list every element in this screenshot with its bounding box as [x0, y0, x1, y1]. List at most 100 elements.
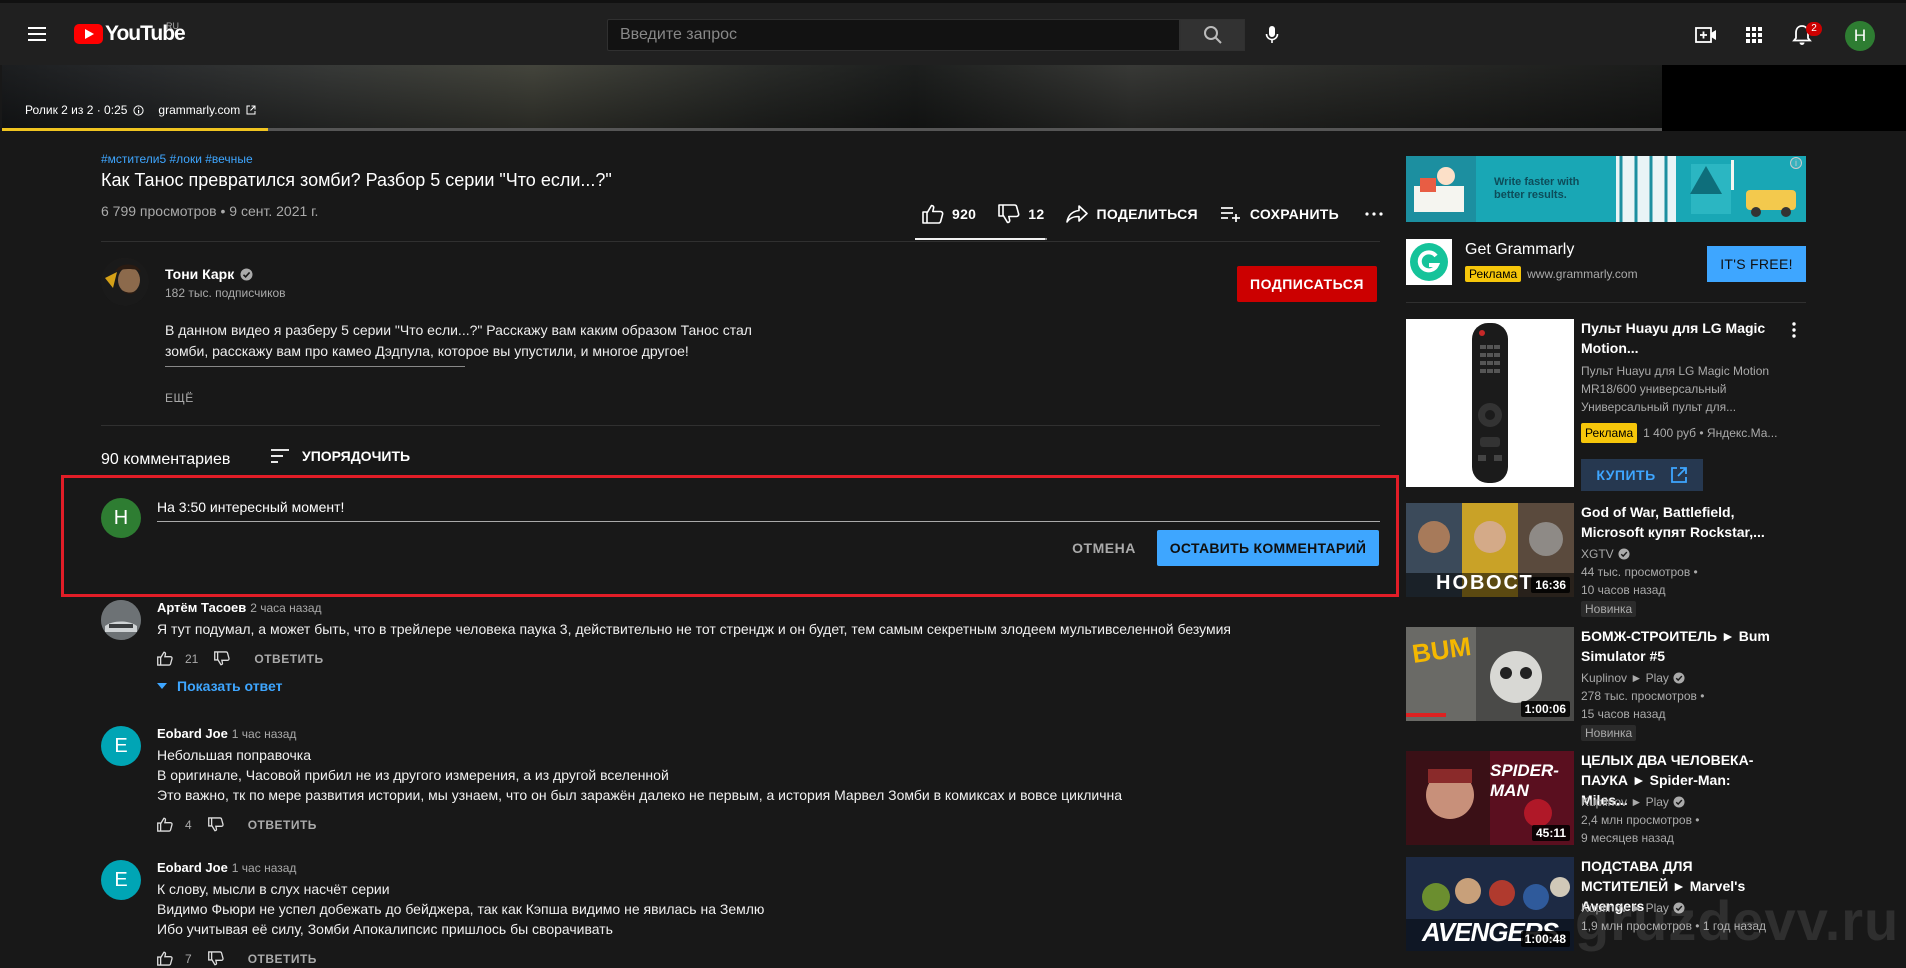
comment-avatar[interactable]: E	[101, 726, 141, 766]
comment-time[interactable]: 1 час назад	[232, 861, 297, 875]
comment-avatar[interactable]	[101, 600, 141, 640]
like-button[interactable]: 920	[922, 204, 976, 224]
channel-avatar-image	[101, 258, 149, 306]
channel-name[interactable]: Тони Карк	[165, 266, 253, 282]
comment-avatar[interactable]: E	[101, 860, 141, 900]
show-more-button[interactable]: ЕЩЁ	[165, 391, 194, 405]
thumbs-up-icon[interactable]	[157, 651, 173, 666]
video-title[interactable]: БОМЖ-СТРОИТЕЛЬ ► Bum Simulator #5	[1581, 626, 1781, 666]
account-avatar[interactable]: H	[1845, 21, 1875, 51]
comment-time[interactable]: 2 часа назад	[250, 601, 321, 615]
video-views: 278 тыс. просмотров •	[1581, 689, 1705, 703]
comment-input[interactable]: На 3:50 интересный момент!	[157, 496, 1380, 522]
ad-banner-illustration	[1406, 156, 1806, 222]
search-input[interactable]	[620, 20, 1179, 50]
ad-meta: Реклама www.grammarly.com	[1465, 266, 1638, 282]
thumbs-down-icon[interactable]	[214, 651, 231, 666]
apps-grid-icon[interactable]	[1742, 23, 1766, 47]
product-title[interactable]: Пульт Huayu для LG Magic Motion...	[1581, 318, 1781, 358]
channel-avatar[interactable]	[101, 258, 149, 306]
ad-progress-bar[interactable]	[2, 128, 1662, 131]
comment-time[interactable]: 1 час назад	[232, 727, 297, 741]
notifications-count-badge: 2	[1806, 22, 1822, 36]
comment-author[interactable]: Eobard Joe	[157, 860, 228, 875]
dislike-button[interactable]: 12	[998, 204, 1044, 224]
thumbs-up-icon[interactable]	[157, 817, 173, 832]
reply-button[interactable]: ОТВЕТИТЬ	[254, 652, 323, 666]
more-vertical-icon[interactable]	[1792, 322, 1796, 338]
dislike-count: 12	[1028, 206, 1045, 222]
video-description: В данном видео я разберу 5 серии "Что ес…	[165, 320, 865, 362]
show-replies-button[interactable]: Показать ответ	[157, 678, 282, 694]
video-age: 15 часов назад	[1581, 707, 1666, 721]
buy-button[interactable]: КУПИТЬ	[1581, 459, 1703, 491]
sort-label: УПОРЯДОЧИТЬ	[302, 448, 411, 464]
comment-line: Ибо учитывая её силу, Зомби Апокалипсис …	[157, 921, 613, 937]
comment-line: Это важно, тк по мере развития истории, …	[157, 787, 1123, 803]
cancel-comment-button[interactable]: ОТМЕНА	[1058, 530, 1150, 566]
product-thumbnail[interactable]	[1406, 319, 1574, 487]
playlist-add-icon	[1220, 207, 1240, 222]
ad-position-label: Ролик 2 из 2 · 0:25	[25, 103, 128, 117]
video-player[interactable]: Ролик 2 из 2 · 0:25 grammarly.com	[2, 65, 1906, 131]
video-thumbnail[interactable]: BUM 1:00:06	[1406, 627, 1574, 721]
share-icon	[1066, 205, 1089, 223]
video-channel[interactable]: Kuplinov ► Play	[1581, 669, 1791, 687]
info-icon[interactable]	[133, 104, 145, 116]
ad-info-icon[interactable]: i	[1790, 157, 1802, 169]
video-views: 2,4 млн просмотров •	[1581, 813, 1700, 827]
subscribe-button[interactable]: ПОДПИСАТЬСЯ	[1237, 266, 1377, 302]
ad-banner[interactable]: Write faster with better results.	[1406, 156, 1806, 222]
ad-progress-fill	[2, 128, 268, 131]
video-title[interactable]: God of War, Battlefield, Microsoft купят…	[1581, 502, 1781, 542]
ad-cta-button[interactable]: IT'S FREE!	[1707, 246, 1806, 282]
video-duration: 16:36	[1531, 577, 1570, 593]
logo-region: RU	[166, 21, 179, 31]
search-field[interactable]	[607, 19, 1180, 51]
reply-button[interactable]: ОТВЕТИТЬ	[248, 952, 317, 966]
comment-actions: 21 ОТВЕТИТЬ	[157, 651, 324, 666]
grammarly-logo[interactable]	[1406, 239, 1452, 285]
search-button[interactable]	[1180, 19, 1245, 51]
external-link-icon	[1670, 467, 1687, 483]
video-views-date: 6 799 просмотров • 9 сент. 2021 г.	[101, 203, 319, 219]
more-actions-button[interactable]	[1365, 212, 1383, 216]
youtube-logo[interactable]: YouTube RU	[74, 21, 186, 46]
verified-icon	[1618, 548, 1630, 560]
comment-author[interactable]: Eobard Joe	[157, 726, 228, 741]
video-duration: 1:00:48	[1520, 931, 1570, 947]
thumbs-up-icon[interactable]	[157, 951, 173, 966]
video-channel[interactable]: XGTV	[1581, 545, 1791, 563]
menu-icon[interactable]	[26, 24, 50, 44]
comment-line: В оригинале, Часовой прибил не из другог…	[157, 767, 669, 783]
reply-button[interactable]: ОТВЕТИТЬ	[248, 818, 317, 832]
verified-icon	[240, 268, 253, 280]
comment-like-count: 21	[185, 651, 199, 666]
create-video-icon[interactable]	[1694, 23, 1718, 47]
voice-search-button[interactable]	[1257, 20, 1287, 50]
save-button[interactable]: СОХРАНИТЬ	[1220, 206, 1339, 222]
video-thumbnail[interactable]: AVENGERS 1:00:48	[1406, 857, 1574, 951]
video-thumbnail[interactable]: НОВОСТ 16:36	[1406, 503, 1574, 597]
submit-comment-button[interactable]: ОСТАВИТЬ КОММЕНТАРИЙ	[1157, 530, 1379, 566]
youtube-play-icon	[74, 24, 103, 44]
sort-comments-button[interactable]: УПОРЯДОЧИТЬ	[270, 448, 410, 464]
comment-author[interactable]: Артём Тасоев	[157, 600, 246, 615]
thumbs-down-icon[interactable]	[207, 951, 224, 966]
video-channel[interactable]: Kuplinov ► Play	[1581, 793, 1791, 811]
more-horizontal-icon	[1365, 212, 1383, 216]
subscriber-count: 182 тыс. подписчиков	[165, 286, 286, 300]
share-button[interactable]: ПОДЕЛИТЬСЯ	[1066, 205, 1198, 223]
thumbnail-caption: SPIDER-MAN	[1490, 761, 1559, 800]
thumbs-down-icon[interactable]	[207, 817, 224, 832]
divider	[101, 425, 1380, 426]
comment-header: Eobard Joe 1 час назад	[157, 859, 296, 877]
video-thumbnail[interactable]: SPIDER-MAN 45:11	[1406, 751, 1574, 845]
external-link-icon[interactable]	[246, 105, 256, 115]
comment-text: К слову, мысли в слух насчёт серии Видим…	[157, 879, 1387, 939]
buy-label: КУПИТЬ	[1596, 467, 1656, 483]
ad-title[interactable]: Get Grammarly	[1465, 241, 1574, 259]
product-price: 1 400 руб • Яндекс.Ма...	[1643, 426, 1778, 440]
video-hashtags[interactable]: #мстители5 #локи #вечные	[101, 152, 253, 166]
ad-sponsor-link[interactable]: grammarly.com	[158, 103, 240, 117]
